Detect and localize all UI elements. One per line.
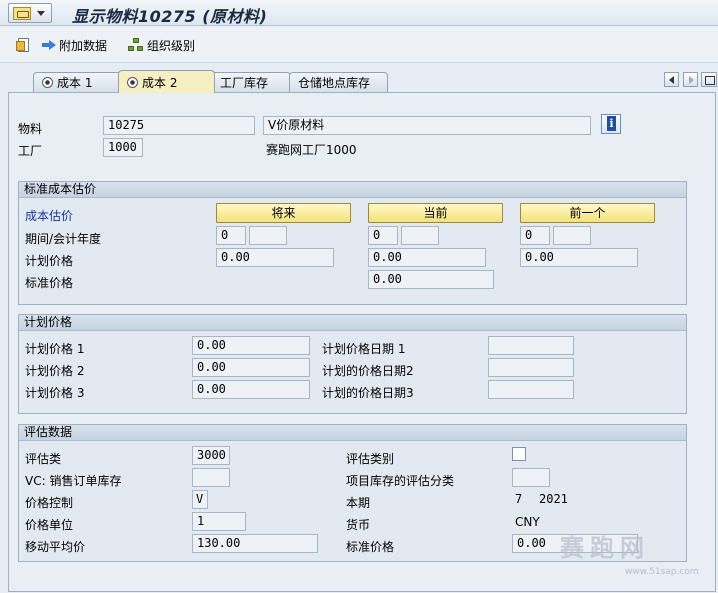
future-year-field[interactable] bbox=[249, 226, 287, 245]
project-stock-valuation-field[interactable] bbox=[512, 468, 550, 487]
tab-label: 仓储地点库存 bbox=[298, 76, 371, 90]
currency-value: CNY bbox=[515, 515, 540, 529]
previous-planned-price-field[interactable]: 0.00 bbox=[520, 248, 638, 267]
title-bar: 显示物料10275 (原材料) bbox=[0, 0, 718, 26]
current-planned-price-field[interactable]: 0.00 bbox=[368, 248, 486, 267]
previous-year-field[interactable] bbox=[553, 226, 591, 245]
tab-scroll-left-button[interactable] bbox=[664, 72, 679, 87]
future-period-field[interactable]: 0 bbox=[216, 226, 246, 245]
group-title: 评估数据 bbox=[19, 425, 686, 441]
planned-price-1-label: 计划价格 1 bbox=[25, 342, 85, 356]
period-year-label: 期间/会计年度 bbox=[25, 232, 102, 246]
planned-price-date-3-field[interactable] bbox=[488, 380, 574, 399]
org-levels-label: 组织级别 bbox=[147, 38, 196, 53]
radio-icon bbox=[127, 76, 138, 88]
planned-price-2-field[interactable]: 0.00 bbox=[192, 358, 310, 377]
material-label: 物料 bbox=[18, 122, 43, 136]
sales-order-stock-vc-field[interactable] bbox=[192, 468, 230, 487]
sales-order-stock-vc-label: VC: 销售订单库存 bbox=[25, 474, 122, 488]
application-toolbar: 附加数据 组织级别 bbox=[0, 27, 718, 63]
current-button[interactable]: 当前 bbox=[368, 203, 503, 223]
current-period-field[interactable]: 0 bbox=[368, 226, 398, 245]
tab-cost-2[interactable]: 成本 2 bbox=[118, 70, 215, 93]
material-field[interactable]: 10275 bbox=[103, 116, 255, 135]
current-standard-price-field[interactable]: 0.00 bbox=[368, 270, 494, 289]
tab-label: 成本 1 bbox=[57, 76, 93, 90]
current-period-month: 7 bbox=[515, 492, 523, 506]
previous-period-field[interactable]: 0 bbox=[520, 226, 550, 245]
tab-cost-1[interactable]: 成本 1 bbox=[33, 72, 126, 92]
attach-data-button[interactable]: 附加数据 bbox=[42, 36, 107, 54]
project-stock-valuation-label: 项目库存的评估分类 bbox=[346, 474, 455, 488]
window-title: 显示物料10275 (原材料) bbox=[72, 7, 268, 26]
watermark-url: www.51sap.com bbox=[625, 567, 699, 577]
valuation-class-field[interactable]: 3000 bbox=[192, 446, 230, 465]
planned-price-3-label: 计划价格 3 bbox=[25, 386, 85, 400]
plant-description: 赛跑网工厂1000 bbox=[266, 143, 357, 157]
watermark: 赛跑网 bbox=[560, 534, 650, 562]
org-levels-button[interactable]: 组织级别 bbox=[128, 36, 195, 54]
tab-label: 工厂库存 bbox=[220, 76, 269, 90]
future-planned-price-field[interactable]: 0.00 bbox=[216, 248, 334, 267]
valuation-class-label: 评估类 bbox=[25, 452, 62, 466]
price-control-field[interactable]: V bbox=[192, 490, 208, 509]
group-title: 标准成本估价 bbox=[19, 182, 686, 198]
valuation-category-label: 评估类别 bbox=[346, 452, 395, 466]
planned-price-date-1-field[interactable] bbox=[488, 336, 574, 355]
planned-price-date-1-label: 计划价格日期 1 bbox=[322, 342, 406, 356]
radio-icon bbox=[42, 77, 53, 88]
arrow-right-icon bbox=[42, 39, 56, 51]
planned-price-label: 计划价格 bbox=[25, 254, 74, 268]
price-unit-label: 价格单位 bbox=[25, 518, 74, 532]
sap-menu-icon bbox=[13, 7, 31, 20]
planned-price-date-3-label: 计划的价格日期3 bbox=[322, 386, 414, 400]
system-menu-button[interactable] bbox=[8, 3, 52, 23]
current-period-label: 本期 bbox=[346, 496, 371, 510]
valuation-standard-price-label: 标准价格 bbox=[346, 540, 395, 554]
moving-average-price-field[interactable]: 130.00 bbox=[192, 534, 318, 553]
info-icon[interactable] bbox=[601, 114, 621, 134]
planned-price-date-2-label: 计划的价格日期2 bbox=[322, 364, 414, 378]
org-structure-icon bbox=[128, 38, 144, 52]
currency-label: 货币 bbox=[346, 518, 371, 532]
valuation-category-field[interactable] bbox=[512, 447, 526, 461]
current-year-field[interactable] bbox=[401, 226, 439, 245]
tab-label: 成本 2 bbox=[142, 75, 178, 90]
cost-estimate-label: 成本估价 bbox=[25, 209, 74, 223]
moving-average-price-label: 移动平均价 bbox=[25, 540, 86, 554]
plant-field[interactable]: 1000 bbox=[103, 138, 143, 157]
standard-price-label: 标准价格 bbox=[25, 276, 74, 290]
price-unit-field[interactable]: 1 bbox=[192, 512, 246, 531]
planned-price-3-field[interactable]: 0.00 bbox=[192, 380, 310, 399]
tab-storage-location-stock[interactable]: 仓储地点库存 bbox=[289, 72, 388, 92]
current-period-year: 2021 bbox=[539, 492, 568, 506]
material-description-field[interactable]: V价原材料 bbox=[263, 116, 591, 135]
plant-label: 工厂 bbox=[18, 144, 43, 158]
chevron-down-icon bbox=[37, 11, 45, 16]
future-button[interactable]: 将来 bbox=[216, 203, 351, 223]
price-control-label: 价格控制 bbox=[25, 496, 74, 510]
planned-price-1-field[interactable]: 0.00 bbox=[192, 336, 310, 355]
tab-list-button[interactable] bbox=[701, 72, 717, 87]
tab-plant-stock[interactable]: 工厂库存 bbox=[211, 72, 291, 92]
group-title: 计划价格 bbox=[19, 315, 686, 331]
tab-strip: 成本 1 成本 2 工厂库存 仓储地点库存 bbox=[8, 70, 716, 93]
planned-price-2-label: 计划价格 2 bbox=[25, 364, 85, 378]
document-button[interactable] bbox=[16, 36, 30, 54]
tab-scroll-right-button[interactable] bbox=[683, 72, 698, 87]
planned-price-date-2-field[interactable] bbox=[488, 358, 574, 377]
document-icon bbox=[16, 38, 30, 52]
attach-data-label: 附加数据 bbox=[59, 38, 108, 53]
previous-button[interactable]: 前一个 bbox=[520, 203, 655, 223]
